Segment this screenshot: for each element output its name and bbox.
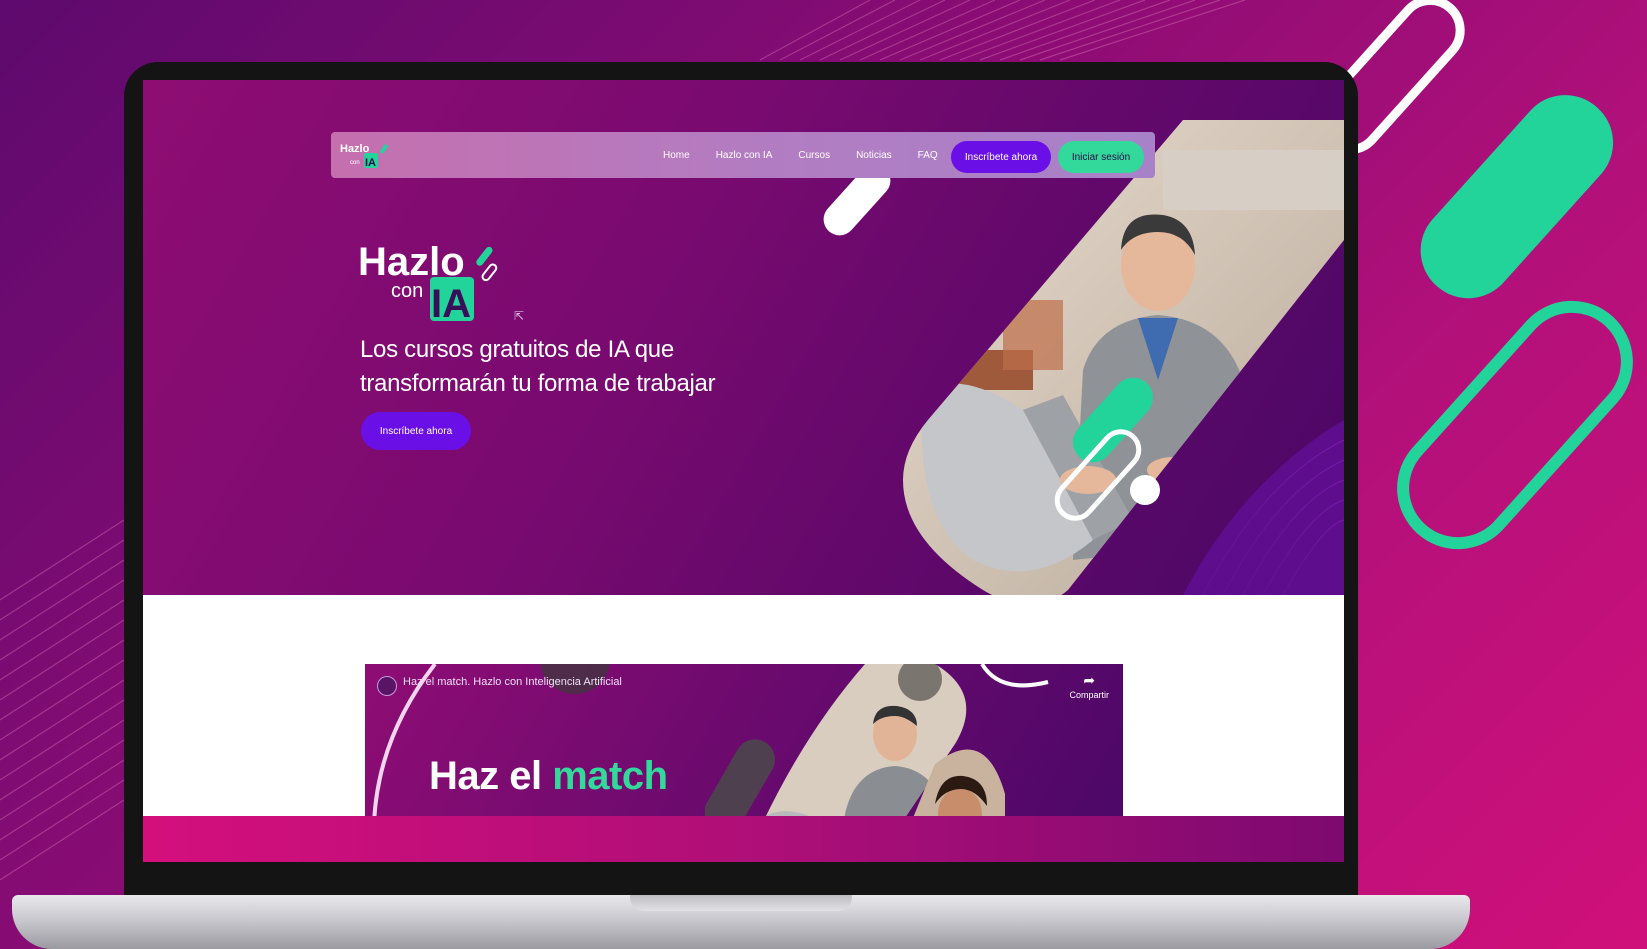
svg-text:con: con <box>350 160 360 166</box>
nav-logo[interactable]: Hazlo con IA <box>340 140 392 170</box>
svg-text:IA: IA <box>365 157 376 169</box>
channel-avatar[interactable] <box>377 676 397 696</box>
nav-link-hazlo-con-ia[interactable]: Hazlo con IA <box>716 150 773 161</box>
hero-logo-small: con <box>391 280 423 302</box>
tagline-line-2: transformarán tu forma de trabajar <box>360 370 716 397</box>
login-button[interactable]: Iniciar sesión <box>1058 141 1144 173</box>
share-label: Compartir <box>1069 690 1109 700</box>
video-top-arc <box>980 664 1049 688</box>
dot-white-icon <box>1130 475 1160 505</box>
nav-link-home[interactable]: Home <box>663 150 690 161</box>
website-screen: Hazlo con IA Home Hazlo con IA Cursos No… <box>143 80 1344 862</box>
cursor-icon: ⇱ <box>514 309 525 323</box>
laptop-notch <box>630 895 852 911</box>
nav-link-noticias[interactable]: Noticias <box>856 150 892 161</box>
hero-section: Hazlo con IA Home Hazlo con IA Cursos No… <box>143 80 1344 595</box>
pill-green-solid-icon <box>1420 95 1614 299</box>
share-button[interactable]: ➦ Compartir <box>1069 672 1109 700</box>
video-headline: Haz el match <box>429 754 668 799</box>
nav-link-cursos[interactable]: Cursos <box>798 150 830 161</box>
navbar: Hazlo con IA Home Hazlo con IA Cursos No… <box>331 132 1155 178</box>
hero-tagline: Los cursos gratuitos de IA que transform… <box>360 333 720 401</box>
pill-outline-small-icon <box>1054 429 1142 521</box>
share-icon: ➦ <box>1083 672 1096 688</box>
enroll-button[interactable]: Inscríbete ahora <box>951 141 1051 173</box>
video-headline-part1: Haz el <box>429 754 542 798</box>
video-title[interactable]: Haz el match. Hazlo con Inteligencia Art… <box>403 676 622 688</box>
tagline-line-1: Los cursos gratuitos de IA que <box>360 336 674 363</box>
bottom-gradient-bar <box>143 816 1344 862</box>
video-headline-part2: match <box>552 754 668 798</box>
hero-logo: Hazlo con IA <box>358 240 498 325</box>
pill-outline-green-icon <box>1397 300 1633 550</box>
nav-link-faq[interactable]: FAQ <box>918 150 938 161</box>
nav-links: Home Hazlo con IA Cursos Noticias FAQ <box>663 132 938 178</box>
hero-enroll-button[interactable]: Inscríbete ahora <box>361 412 471 450</box>
hero-logo-badge: IA <box>431 282 471 325</box>
